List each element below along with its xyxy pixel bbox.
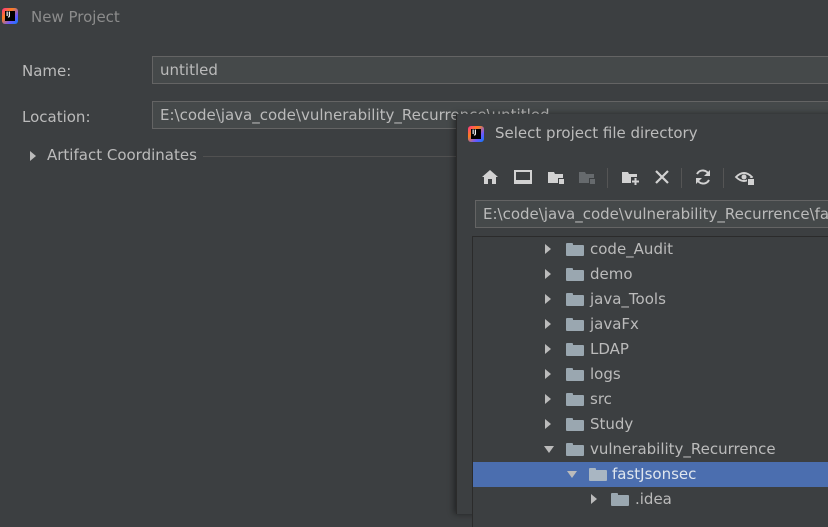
folder-icon [566,443,584,456]
folder-icon [566,368,584,381]
tree-item-label: code_Audit [590,240,674,258]
tree-item-selected[interactable]: fastJsonsec [473,462,828,487]
tree-item-label: logs [590,365,621,383]
intellij-logo-icon: IJ [468,126,484,142]
desktop-button[interactable] [512,166,534,188]
desktop-icon [514,170,532,184]
window-title: New Project [31,8,120,26]
folder-icon [566,343,584,356]
location-label: Location: [22,108,91,126]
expand-arrow-icon [30,151,36,161]
show-hidden-icon [734,172,755,186]
expand-arrow-icon[interactable] [545,344,551,354]
tree-item-label: demo [590,265,633,283]
collapse-arrow-icon[interactable] [567,471,577,478]
new-project-window: IJ New Project Name: untitled Location: … [0,0,828,527]
module-folder-icon [579,172,596,185]
show-hidden-files-button[interactable] [734,166,756,188]
directory-tree[interactable]: code_Audit demo java_Tools javaFx LDAP l… [472,236,828,527]
delete-button[interactable] [651,166,673,188]
title-bar: IJ New Project [0,0,828,34]
home-icon [482,170,498,184]
expand-arrow-icon[interactable] [591,494,597,504]
refresh-icon [696,169,710,185]
tree-item-label: java_Tools [590,290,666,308]
folder-icon [611,493,629,506]
tree-item[interactable]: LDAP [473,337,828,362]
collapse-arrow-icon[interactable] [544,446,554,453]
tree-item[interactable]: src [473,387,828,412]
project-folder-icon [548,172,565,185]
expand-arrow-icon[interactable] [545,419,551,429]
select-directory-dialog: IJ Select project file directory E:\code… [456,114,828,527]
tree-item-label: vulnerability_Recurrence [590,440,776,458]
toolbar-separator [723,168,724,188]
name-input[interactable]: untitled [152,56,828,84]
tree-item-label: javaFx [590,315,639,333]
folder-icon [566,393,584,406]
home-button[interactable] [479,166,501,188]
tree-item-label: LDAP [590,340,629,358]
tree-item-label: .idea [635,490,672,508]
tree-item[interactable]: vulnerability_Recurrence [473,437,828,462]
expand-arrow-icon[interactable] [545,369,551,379]
expand-arrow-icon[interactable] [545,244,551,254]
tree-item[interactable]: .idea [473,487,828,512]
directory-path-input[interactable]: E:\code\java_code\vulnerability_Recurren… [475,200,828,228]
folder-icon [566,293,584,306]
tree-item[interactable]: java_Tools [473,287,828,312]
toolbar-separator [607,168,608,188]
section-divider [203,156,463,157]
new-folder-button[interactable] [619,166,641,188]
tree-item[interactable]: logs [473,362,828,387]
tree-item[interactable]: javaFx [473,312,828,337]
tree-item[interactable]: demo [473,262,828,287]
refresh-button[interactable] [692,166,714,188]
expand-arrow-icon[interactable] [545,319,551,329]
expand-arrow-icon[interactable] [545,294,551,304]
tree-item[interactable]: Study [473,412,828,437]
project-directory-button[interactable] [545,166,567,188]
folder-icon [566,243,584,256]
tree-item[interactable]: code_Audit [473,237,828,262]
tree-item-label: src [590,390,612,408]
expand-arrow-icon[interactable] [545,394,551,404]
dialog-title: Select project file directory [495,124,698,142]
folder-icon [566,318,584,331]
folder-icon [566,268,584,281]
tree-item-label: Study [590,415,634,433]
toolbar-separator [681,168,682,188]
folder-icon [589,468,607,481]
name-label: Name: [22,62,72,80]
intellij-logo-icon: IJ [2,8,18,24]
new-folder-icon [622,172,640,186]
expand-arrow-icon[interactable] [545,269,551,279]
folder-icon [566,418,584,431]
module-directory-button[interactable] [576,166,598,188]
tree-item-label: fastJsonsec [612,465,697,483]
artifact-coordinates-label: Artifact Coordinates [47,146,197,164]
delete-icon [655,170,669,184]
